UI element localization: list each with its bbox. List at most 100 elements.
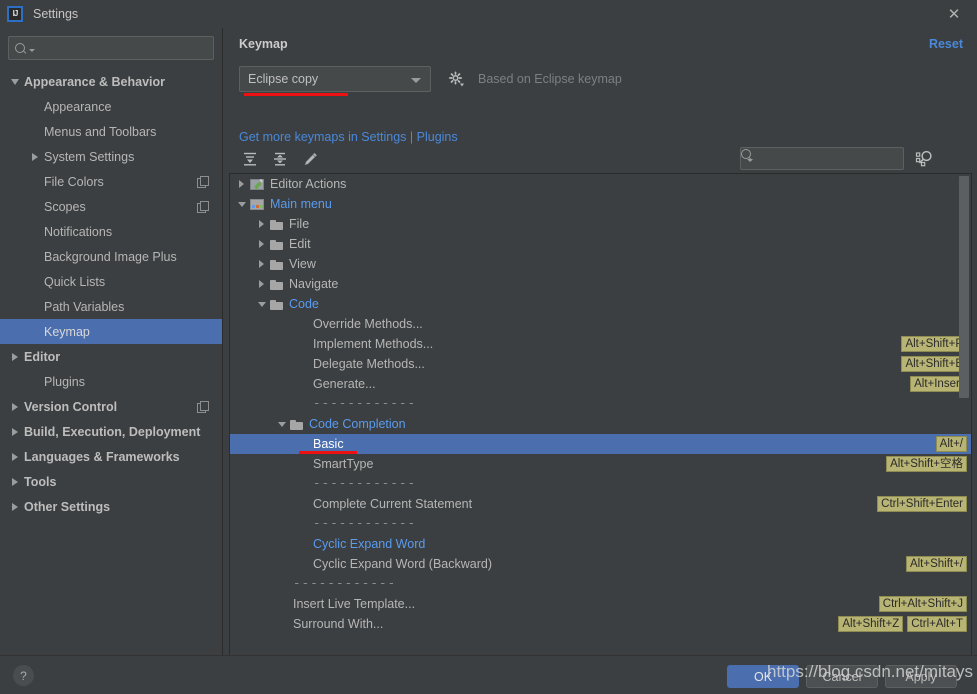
sidebar-item-menus-and-toolbars[interactable]: Menus and Toolbars [0, 119, 222, 144]
shortcut-search-box[interactable] [740, 147, 912, 170]
search-input[interactable] [35, 41, 213, 55]
sidebar-item-notifications[interactable]: Notifications [0, 219, 222, 244]
sidebar-item-appearance[interactable]: Appearance [0, 94, 222, 119]
shortcut-search-input[interactable] [753, 151, 912, 166]
tree-row[interactable]: Code [230, 294, 971, 314]
sidebar-item-build-execution-deployment[interactable]: Build, Execution, Deployment [0, 419, 222, 444]
chevron-right-icon [10, 477, 20, 486]
tree-row[interactable]: Main menu [230, 194, 971, 214]
tree-row[interactable]: Editor Actions [230, 174, 971, 194]
chevron-right-icon [30, 152, 40, 161]
tree-row[interactable]: Insert Live Template... Ctrl+Alt+Shift+J [230, 594, 971, 614]
sidebar-item-label: Path Variables [44, 299, 125, 314]
sidebar-item-quick-lists[interactable]: Quick Lists [0, 269, 222, 294]
apply-button[interactable]: Apply [885, 665, 957, 688]
help-button[interactable]: ? [13, 665, 34, 686]
tree-row-label: Delegate Methods... [313, 357, 425, 371]
tree-row[interactable]: Cyclic Expand Word [230, 534, 971, 554]
tree-row[interactable]: Complete Current Statement Ctrl+Shift+Ent… [230, 494, 971, 514]
ok-button[interactable]: OK [727, 665, 799, 688]
find-by-shortcut-icon[interactable] [914, 149, 934, 168]
expand-all-icon[interactable] [238, 147, 262, 171]
keymap-select[interactable]: Eclipse copy [239, 66, 431, 96]
sidebar-item-system-settings[interactable]: System Settings [0, 144, 222, 169]
chevron-right-icon [10, 427, 20, 436]
cancel-button[interactable]: Cancel [806, 665, 878, 688]
separator-dashes: ------------ [293, 577, 397, 591]
tree-row[interactable]: Implement Methods... Alt+Shift+P [230, 334, 971, 354]
sidebar-item-label: Notifications [44, 224, 113, 239]
title-bar: IJ Settings ✕ [0, 0, 977, 28]
intellij-logo-icon: IJ [7, 6, 23, 22]
copy-icon[interactable] [197, 201, 209, 213]
shortcut-badges: Alt+/ [935, 436, 967, 452]
chevron-down-icon[interactable] [236, 199, 247, 210]
based-on-label: Based on Eclipse keymap [478, 72, 622, 86]
sidebar-item-tools[interactable]: Tools [0, 469, 222, 494]
sidebar-item-plugins[interactable]: Plugins [0, 369, 222, 394]
sidebar-item-other-settings[interactable]: Other Settings [0, 494, 222, 519]
chevron-down-icon[interactable] [276, 419, 287, 430]
keymap-tree[interactable]: Editor Actions Main menu File Edit View Navig… [229, 173, 972, 658]
sidebar-item-scopes[interactable]: Scopes [0, 194, 222, 219]
shortcut-badge: Alt+Shift+/ [905, 556, 967, 572]
sidebar-item-label: Other Settings [24, 499, 111, 514]
tree-row-label: Override Methods... [313, 317, 423, 331]
chevron-down-icon[interactable] [256, 299, 267, 310]
tree-row[interactable]: SmartType Alt+Shift+空格 [230, 454, 971, 474]
tree-row[interactable]: Surround With... Alt+Shift+Z Ctrl+Alt+T [230, 614, 971, 634]
tree-row[interactable]: Code Completion [230, 414, 971, 434]
tree-row[interactable]: Navigate [230, 274, 971, 294]
tree-row[interactable]: Cyclic Expand Word (Backward) Alt+Shift+/ [230, 554, 971, 574]
shortcut-badges: Alt+Shift+Z Ctrl+Alt+T [838, 616, 967, 632]
tree-row-label: Complete Current Statement [313, 497, 473, 511]
tree-row[interactable]: Basic Alt+/ [230, 434, 971, 454]
sidebar-item-languages-frameworks[interactable]: Languages & Frameworks [0, 444, 222, 469]
copy-icon[interactable] [197, 176, 209, 188]
folder-icon [270, 219, 284, 230]
sidebar-item-editor[interactable]: Editor [0, 344, 222, 369]
tree-row[interactable]: Generate... Alt+Insert [230, 374, 971, 394]
sidebar-search-wrap [0, 28, 222, 60]
keymap-selector-row: Eclipse copy Based on Eclipse keymap [239, 66, 622, 96]
chevron-down-icon [10, 78, 20, 85]
copy-icon[interactable] [197, 401, 209, 413]
tree-row[interactable]: File [230, 214, 971, 234]
sidebar-item-label: Editor [24, 349, 61, 364]
sidebar-item-background-image-plus[interactable]: Background Image Plus [0, 244, 222, 269]
tree-row-label: Generate... [313, 377, 376, 391]
get-more-keymaps-link[interactable]: Get more keymaps in Settings | Plugins [239, 130, 458, 144]
tree-row[interactable]: Delegate Methods... Alt+Shift+E [230, 354, 971, 374]
sidebar-item-file-colors[interactable]: File Colors [0, 169, 222, 194]
sidebar-item-label: System Settings [44, 149, 135, 164]
chevron-right-icon[interactable] [256, 259, 267, 270]
sidebar-item-path-variables[interactable]: Path Variables [0, 294, 222, 319]
sidebar-item-label: Appearance [44, 99, 112, 114]
sidebar-item-appearance-behavior[interactable]: Appearance & Behavior [0, 69, 222, 94]
chevron-right-icon[interactable] [256, 279, 267, 290]
tree-row[interactable]: Edit [230, 234, 971, 254]
chevron-right-icon[interactable] [256, 219, 267, 230]
chevron-right-icon[interactable] [236, 179, 247, 190]
vertical-scrollbar[interactable] [959, 176, 969, 398]
gear-icon[interactable] [448, 71, 464, 87]
sidebar-item-version-control[interactable]: Version Control [0, 394, 222, 419]
chevron-down-icon [747, 159, 753, 162]
collapse-all-icon[interactable] [268, 147, 292, 171]
keymap-panel: Keymap Reset Eclipse copy Based on Eclip… [224, 28, 977, 658]
tree-row[interactable]: View [230, 254, 971, 274]
tree-row[interactable]: Override Methods... [230, 314, 971, 334]
edit-pencil-icon[interactable] [298, 147, 322, 171]
folder-icon [290, 419, 304, 430]
sidebar-search-box[interactable] [8, 36, 214, 60]
shortcut-badge: Alt+Shift+空格 [886, 456, 967, 472]
reset-link[interactable]: Reset [929, 37, 963, 51]
close-icon[interactable]: ✕ [945, 5, 963, 23]
sidebar-item-keymap[interactable]: Keymap [0, 319, 222, 344]
separator-dashes: ------------ [313, 477, 417, 491]
chevron-right-icon[interactable] [256, 239, 267, 250]
tree-row-label: Code [289, 297, 319, 311]
